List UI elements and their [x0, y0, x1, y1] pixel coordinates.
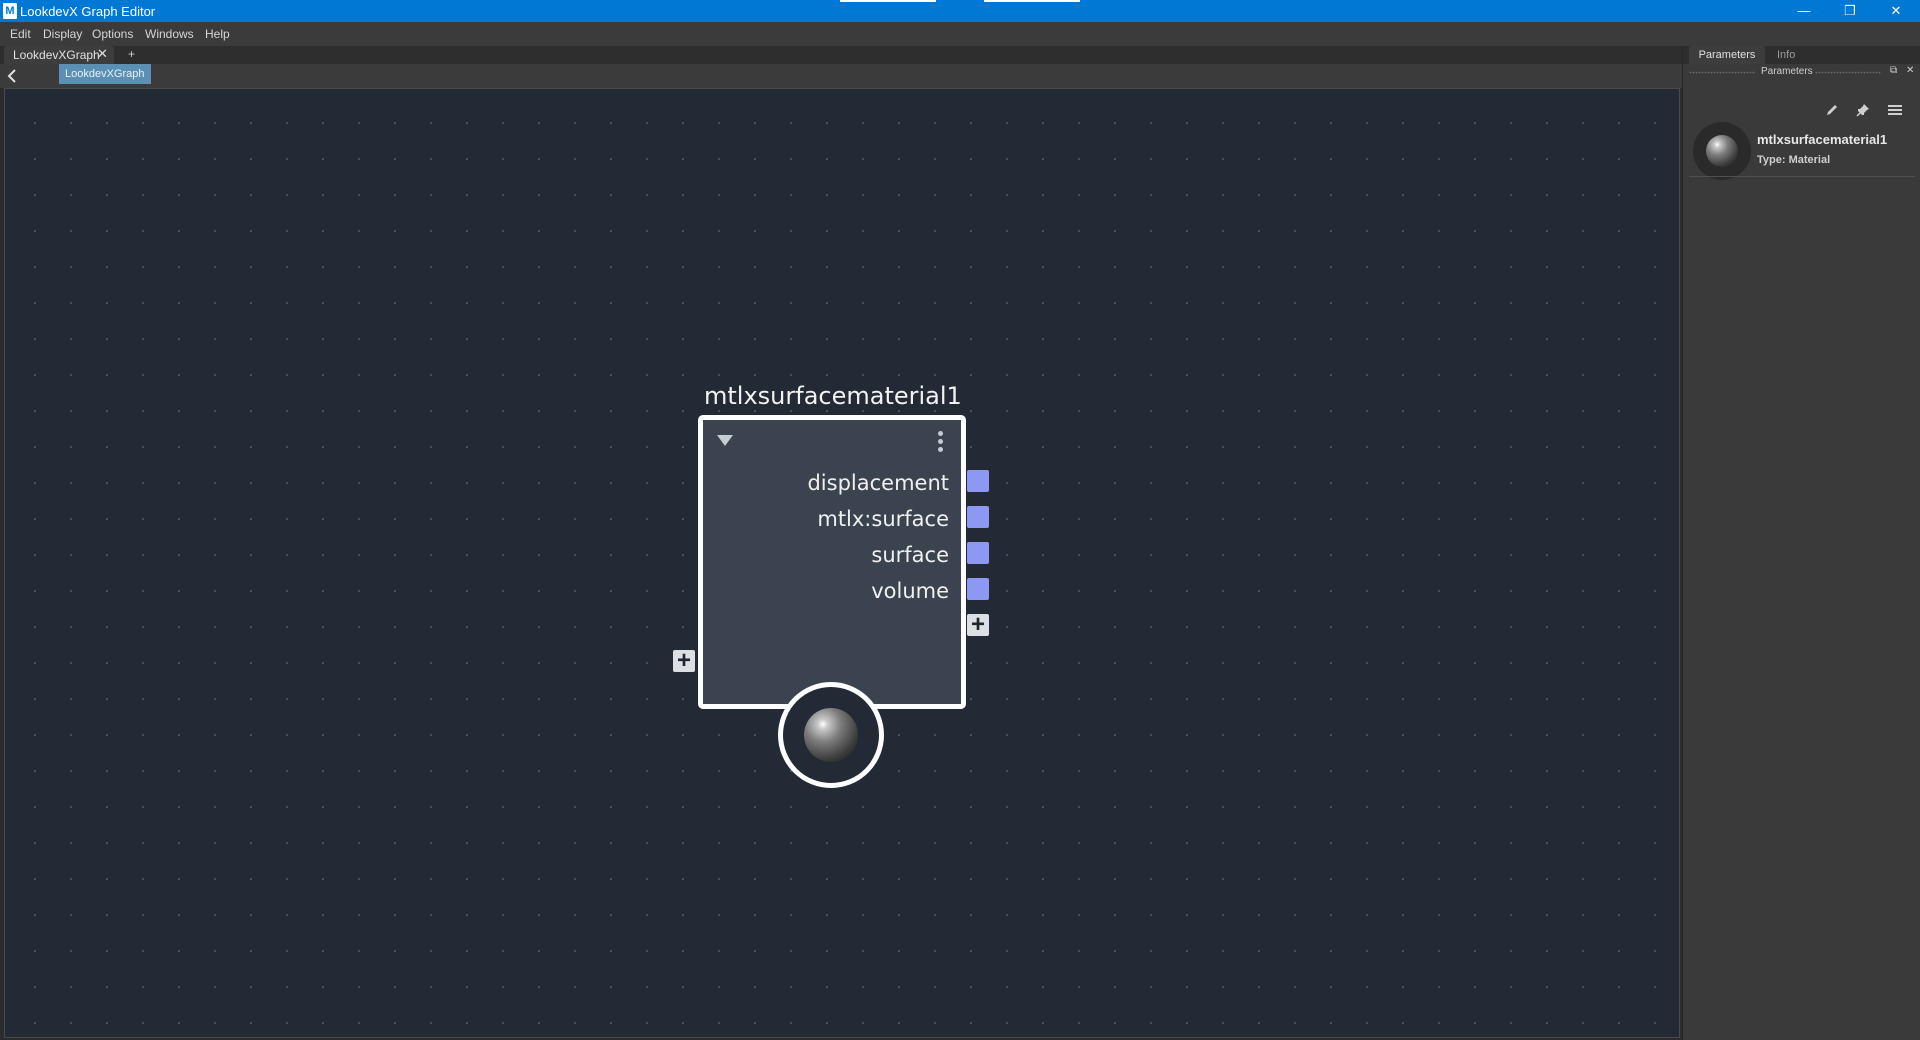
node-title[interactable]: mtlxsurfacematerial1	[704, 382, 962, 410]
drag-grip[interactable]	[1815, 71, 1881, 74]
title-indicator	[984, 0, 1080, 2]
window-title: LookdevX Graph Editor	[20, 4, 156, 19]
pencil-icon[interactable]	[1824, 102, 1840, 118]
add-output-button[interactable]: +	[967, 613, 989, 637]
output-label-volume: volume	[871, 579, 949, 603]
collapse-triangle-icon[interactable]	[717, 435, 733, 446]
output-port-displacement[interactable]	[967, 470, 989, 492]
graph-tab-strip: LookdevXGraph ✕ +	[0, 46, 1682, 64]
add-tab-button[interactable]: +	[128, 47, 135, 61]
app-icon: M	[3, 3, 17, 19]
menu-windows[interactable]: Windows	[145, 27, 194, 41]
minimize-button[interactable]: —	[1781, 0, 1827, 22]
output-label-displacement: displacement	[807, 471, 949, 495]
tab-parameters[interactable]: Parameters	[1689, 46, 1765, 64]
output-port-volume[interactable]	[967, 578, 989, 600]
output-label-surface: surface	[871, 543, 949, 567]
material-name: mtlxsurfacematerial1	[1757, 132, 1888, 147]
tab-lookdevxgraph[interactable]: LookdevXGraph ✕	[4, 46, 114, 64]
tab-info[interactable]: Info	[1777, 46, 1795, 64]
output-label-mtlx-surface: mtlx:surface	[817, 507, 949, 531]
node-menu-icon[interactable]	[937, 431, 943, 453]
close-panel-button[interactable]: ✕	[1906, 65, 1914, 76]
close-window-button[interactable]: ✕	[1873, 0, 1919, 22]
menu-dot	[938, 439, 943, 444]
material-swatch	[1693, 122, 1751, 180]
breadcrumb-bar: LookdevXGraph	[0, 64, 1682, 88]
parameters-panel: Parameters Info Parameters ⧉ ✕ mtlxsurfa…	[1682, 46, 1920, 1040]
panel-header-title: Parameters	[1761, 66, 1813, 77]
output-port-mtlx-surface[interactable]	[967, 506, 989, 528]
material-type: Type: Material	[1757, 154, 1831, 166]
menu-bar: Edit Display Options Windows Help	[0, 22, 1920, 46]
panel-header: Parameters ⧉ ✕	[1683, 64, 1920, 80]
add-input-button[interactable]: +	[673, 649, 695, 673]
close-tab-icon[interactable]: ✕	[97, 46, 108, 62]
material-preview[interactable]	[778, 682, 884, 788]
title-bar: M LookdevX Graph Editor — ❐ ✕	[0, 0, 1920, 22]
hamburger-menu-icon[interactable]	[1887, 102, 1903, 118]
float-panel-button[interactable]: ⧉	[1890, 65, 1897, 76]
breadcrumb[interactable]: LookdevXGraph	[59, 64, 151, 84]
drag-grip[interactable]	[1689, 71, 1755, 74]
pin-icon[interactable]	[1855, 102, 1871, 118]
divider	[1689, 176, 1915, 177]
tab-label: LookdevXGraph	[13, 48, 100, 62]
menu-dot	[938, 431, 943, 436]
restore-button[interactable]: ❐	[1827, 0, 1873, 22]
back-arrow-icon[interactable]	[4, 66, 22, 86]
menu-display[interactable]: Display	[43, 27, 82, 41]
material-sphere-icon	[1706, 135, 1738, 167]
material-sphere-icon	[804, 708, 858, 762]
menu-edit[interactable]: Edit	[10, 27, 31, 41]
menu-help[interactable]: Help	[205, 27, 230, 41]
output-port-surface[interactable]	[967, 542, 989, 564]
material-node[interactable]: displacement mtlx:surface surface volume	[698, 415, 966, 709]
title-indicator	[840, 0, 936, 2]
panel-tabs: Parameters Info	[1683, 46, 1920, 64]
menu-dot	[938, 447, 943, 452]
menu-options[interactable]: Options	[92, 27, 133, 41]
